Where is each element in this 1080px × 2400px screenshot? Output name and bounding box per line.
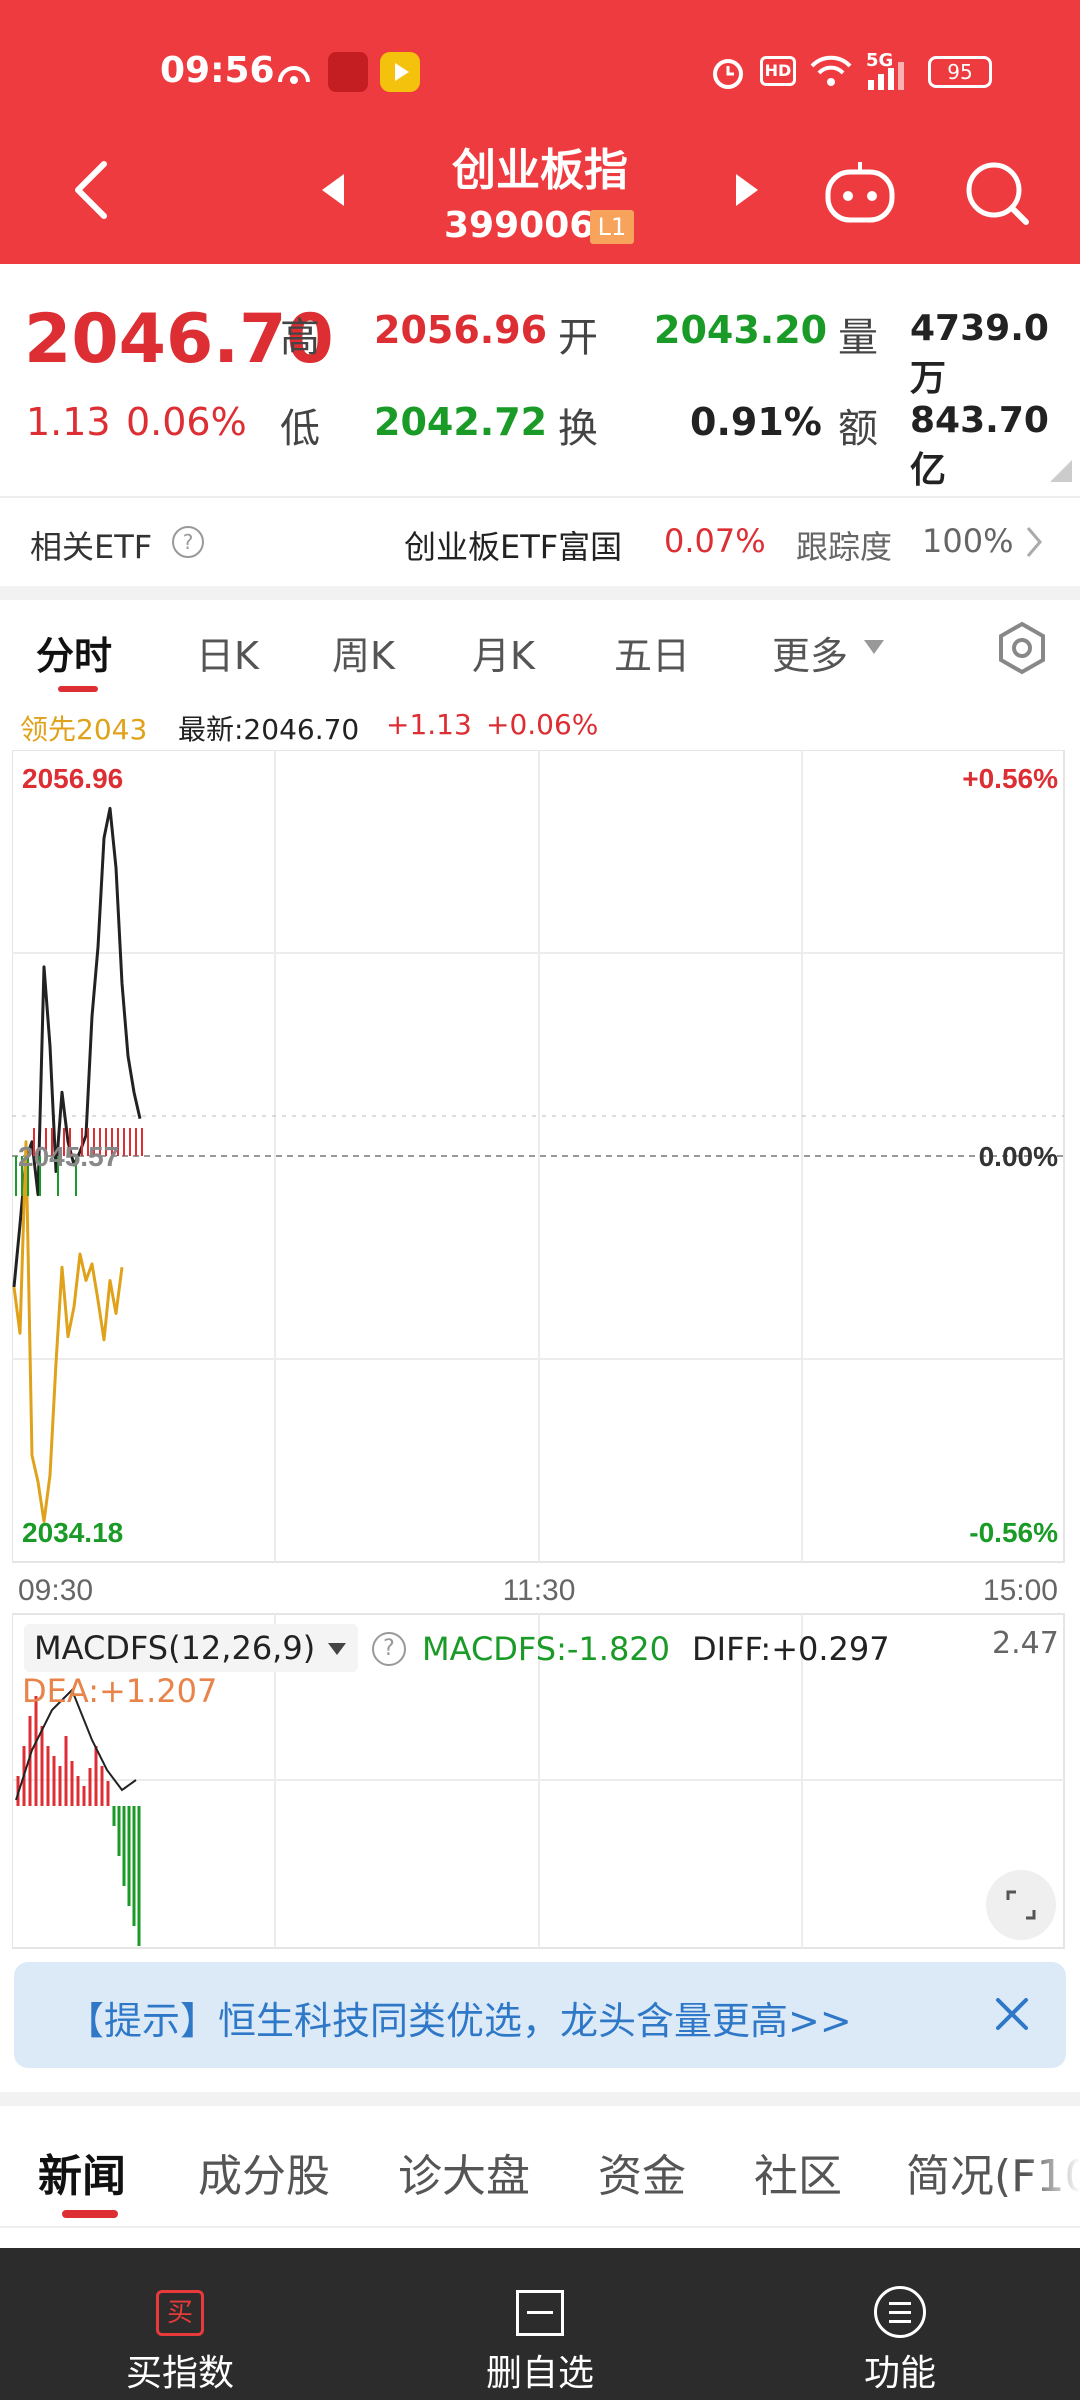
tracking-value: 100% xyxy=(922,522,1014,560)
active-tab-indicator xyxy=(62,2210,118,2218)
x-axis-label: 15:00 xyxy=(983,1574,1058,1607)
next-index-button[interactable] xyxy=(732,170,762,214)
menu-circle-icon xyxy=(874,2286,926,2338)
bottom-nav: 买 买指数 删自选 功能 xyxy=(0,2248,1080,2400)
search-icon[interactable] xyxy=(962,158,1032,232)
tip-text: 【提示】恒生科技同类优选，龙头含量更高>> xyxy=(66,1999,852,2043)
remove-watchlist-button[interactable]: 删自选 xyxy=(430,2248,650,2400)
help-icon[interactable]: ? xyxy=(172,526,204,558)
etf-pct: 0.07% xyxy=(664,522,766,560)
dea-value: DEA:+1.207 xyxy=(22,1672,218,1710)
low-label: 低 xyxy=(280,406,320,452)
tab-five-day[interactable]: 五日 xyxy=(614,625,690,680)
chevron-down-icon xyxy=(862,638,886,662)
close-icon[interactable] xyxy=(990,1992,1034,2040)
intraday-chart[interactable]: 2056.96 +0.56% 2045.57 0.00% 2034.18 -0.56% 09… xyxy=(12,750,1068,1950)
fullscreen-button[interactable] xyxy=(986,1870,1056,1940)
y-min-label: 2034.18 xyxy=(22,1517,123,1548)
tab-components[interactable]: 成分股 xyxy=(198,2140,330,2204)
tab-daily-k[interactable]: 日K xyxy=(196,625,259,680)
app-notification-icon xyxy=(380,52,420,92)
macdfs-value: MACDFS:-1.820 xyxy=(422,1630,671,1668)
functions-label: 功能 xyxy=(863,2353,936,2394)
diff-value: DIFF:+0.297 xyxy=(692,1630,890,1668)
tab-weekly-k[interactable]: 周K xyxy=(332,625,395,680)
lead-line xyxy=(12,1140,124,1523)
x-axis-label: 09:30 xyxy=(18,1574,93,1607)
index-code: 399006 xyxy=(444,205,595,246)
open-label: 开 xyxy=(558,315,598,361)
tab-diagnosis[interactable]: 诊大盘 xyxy=(398,2140,530,2204)
wifi-icon xyxy=(808,50,854,94)
etf-name: 创业板ETF富国 xyxy=(404,528,623,566)
turnover-label: 换 xyxy=(558,406,598,452)
tracking-label: 跟踪度 xyxy=(796,528,893,566)
tab-news[interactable]: 新闻 xyxy=(38,2140,126,2204)
level-badge: L1 xyxy=(590,210,634,244)
buy-index-label: 买指数 xyxy=(125,2353,234,2394)
macd-indicator-name: MACDFS(12,26,9) xyxy=(34,1629,316,1667)
pct-mid-label: 0.00% xyxy=(979,1141,1058,1172)
chevron-right-icon xyxy=(1022,522,1046,566)
pct-min-label: -0.56% xyxy=(969,1517,1058,1548)
minus-box-icon xyxy=(516,2290,564,2336)
open-value: 2043.20 xyxy=(654,308,828,352)
price-line xyxy=(12,806,142,1288)
section-gap xyxy=(0,2092,1080,2106)
help-icon[interactable]: ? xyxy=(372,1632,406,1666)
section-gap xyxy=(0,586,1080,600)
etf-label: 相关ETF xyxy=(30,528,153,566)
chart-settings-icon[interactable] xyxy=(994,620,1050,680)
turnover-value: 0.91% xyxy=(690,400,822,444)
y-max-label: 2056.96 xyxy=(22,763,123,794)
change-pct-legend: +0.06% xyxy=(486,708,599,741)
active-tab-indicator xyxy=(58,686,98,692)
macd-scale-max: 2.47 xyxy=(992,1626,1059,1661)
tab-f10-clip: 简况(F10) xyxy=(906,2140,1080,2200)
remove-watchlist-label: 删自选 xyxy=(485,2353,594,2394)
tab-more[interactable]: 更多 xyxy=(772,625,848,680)
etf-row[interactable]: 相关ETF ? 创业板ETF富国 0.07% 跟踪度 100% xyxy=(0,498,1080,586)
macd-indicator-select[interactable]: MACDFS(12,26,9) xyxy=(24,1624,359,1672)
high-value: 2056.96 xyxy=(374,308,548,352)
app-notification-icon xyxy=(328,52,368,92)
buy-icon: 买 xyxy=(156,2290,204,2336)
robot-assistant-icon[interactable] xyxy=(822,158,898,232)
lead-legend: 领先2043 xyxy=(20,713,148,746)
app-notification-icon xyxy=(276,56,312,86)
low-value: 2042.72 xyxy=(374,400,548,444)
tab-funds[interactable]: 资金 xyxy=(598,2140,686,2204)
tip-banner[interactable]: 【提示】恒生科技同类优选，龙头含量更高>> xyxy=(14,1962,1066,2068)
volume-label: 量 xyxy=(838,315,878,361)
header-bar: 09:56 HD 5G 95 创业板指 399006 L1 xyxy=(0,0,1080,264)
signal-icon xyxy=(866,58,914,96)
fade-overlay xyxy=(1026,2140,1080,2200)
buy-index-button[interactable]: 买 买指数 xyxy=(70,2248,290,2400)
tab-community[interactable]: 社区 xyxy=(754,2140,842,2204)
pct-max-label: +0.56% xyxy=(962,763,1058,794)
status-time: 09:56 xyxy=(160,50,275,91)
expand-corner-icon[interactable] xyxy=(1050,460,1072,486)
latest-legend: 最新:2046.70 xyxy=(178,713,360,746)
functions-button[interactable]: 功能 xyxy=(790,2248,1010,2400)
divider xyxy=(0,2226,1080,2228)
price-change: 1.13 xyxy=(26,400,111,444)
high-label: 高 xyxy=(280,315,320,361)
index-title: 创业板指 xyxy=(452,145,628,196)
battery-icon: 95 xyxy=(928,56,992,88)
amount-label: 额 xyxy=(838,406,878,452)
volume-value: 4739.0万 xyxy=(910,308,1049,399)
tab-monthly-k[interactable]: 月K xyxy=(472,625,535,680)
hd-icon: HD xyxy=(760,56,796,86)
alarm-icon xyxy=(710,54,746,94)
change-legend: +1.13 xyxy=(386,708,472,741)
chevron-down-icon xyxy=(328,1643,347,1655)
tab-intraday[interactable]: 分时 xyxy=(36,625,112,680)
x-axis-label: 11:30 xyxy=(503,1574,576,1607)
price-change-pct: 0.06% xyxy=(126,400,247,444)
y-mid-label: 2045.57 xyxy=(18,1141,119,1172)
